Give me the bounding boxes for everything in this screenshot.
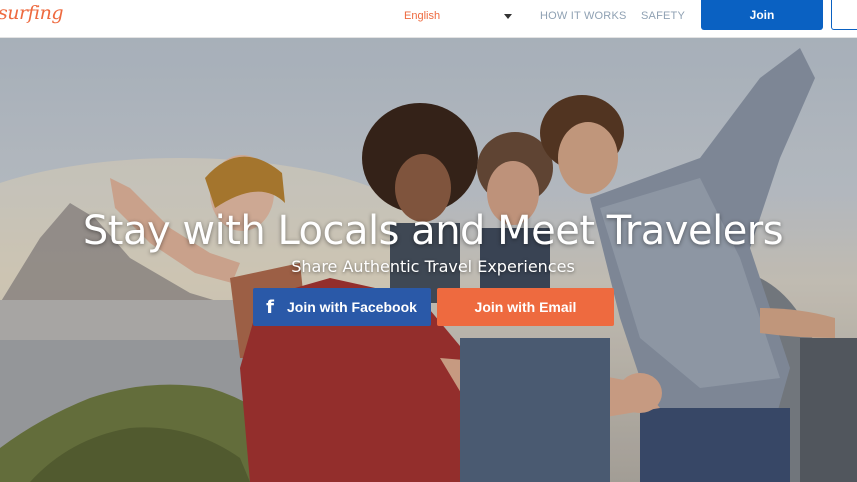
nav-safety[interactable]: SAFETY [641,10,685,22]
nav-how-it-works[interactable]: HOW IT WORKS [540,10,627,22]
hero-subheadline: Share Authentic Travel Experiences [291,257,575,276]
login-button[interactable] [831,0,857,30]
top-navbar: surfing English HOW IT WORKS SAFETY Join [0,0,857,38]
facebook-icon: f [266,296,274,318]
join-with-email-button[interactable]: Join with Email [437,288,614,326]
join-button[interactable]: Join [701,0,823,30]
join-with-facebook-button[interactable]: f Join with Facebook [253,288,431,326]
chevron-down-icon[interactable] [504,14,512,19]
hero-headline: Stay with Locals and Meet Travelers [82,208,784,254]
site-logo[interactable]: surfing [0,2,64,24]
language-select[interactable]: English [404,10,440,22]
facebook-button-label: Join with Facebook [287,299,417,315]
hero-banner: Stay with Locals and Meet Travelers Shar… [0,38,857,482]
